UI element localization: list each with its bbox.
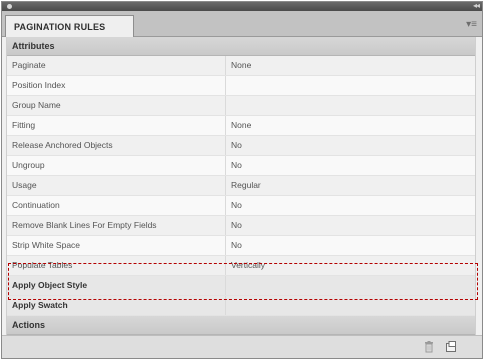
trash-icon[interactable] <box>422 340 436 353</box>
property-name: Ungroup <box>7 156 226 175</box>
property-value[interactable]: No <box>226 236 475 255</box>
property-name: Continuation <box>7 196 226 215</box>
property-value[interactable]: No <box>226 216 475 235</box>
property-value[interactable] <box>226 296 475 315</box>
property-name: Apply Swatch <box>7 296 226 315</box>
property-name: Apply Object Style <box>7 276 226 295</box>
property-value[interactable]: No <box>226 196 475 215</box>
pagination-rules-panel: ◂◂ PAGINATION RULES ▾≡ Attributes Pagina… <box>1 1 483 359</box>
property-value[interactable]: None <box>226 116 475 135</box>
property-value[interactable]: No <box>226 136 475 155</box>
property-value[interactable] <box>226 76 475 95</box>
tab-pagination-rules[interactable]: PAGINATION RULES <box>5 15 135 37</box>
property-name: Position Index <box>7 76 226 95</box>
property-name: Paginate <box>7 56 226 75</box>
row-populate-tables[interactable]: Populate Tables Vertically <box>7 256 475 276</box>
panel-footer <box>2 335 482 358</box>
property-name: Group Name <box>7 96 226 115</box>
property-value[interactable]: No <box>226 156 475 175</box>
row-apply-swatch[interactable]: Apply Swatch <box>7 296 475 316</box>
property-name: Strip White Space <box>7 236 226 255</box>
property-name: Fitting <box>7 116 226 135</box>
property-value[interactable] <box>226 96 475 115</box>
row-ungroup[interactable]: Ungroup No <box>7 156 475 176</box>
row-remove-blank-lines[interactable]: Remove Blank Lines For Empty Fields No <box>7 216 475 236</box>
section-header-attributes[interactable]: Attributes <box>7 37 475 56</box>
property-name: Remove Blank Lines For Empty Fields <box>7 216 226 235</box>
property-value[interactable]: None <box>226 56 475 75</box>
property-value[interactable]: Regular <box>226 176 475 195</box>
panel-titlebar[interactable]: ◂◂ <box>2 1 482 11</box>
row-position-index[interactable]: Position Index <box>7 76 475 96</box>
property-name: Populate Tables <box>7 256 226 275</box>
row-continuation[interactable]: Continuation No <box>7 196 475 216</box>
row-group-name[interactable]: Group Name <box>7 96 475 116</box>
panel-menu-icon[interactable]: ▾≡ <box>466 19 477 30</box>
new-item-icon[interactable] <box>444 340 458 352</box>
row-usage[interactable]: Usage Regular <box>7 176 475 196</box>
tab-label: PAGINATION RULES <box>14 22 106 32</box>
row-apply-object-style[interactable]: Apply Object Style <box>7 276 475 296</box>
collapse-panel-icon[interactable]: ◂◂ <box>473 1 480 10</box>
row-strip-white-space[interactable]: Strip White Space No <box>7 236 475 256</box>
section-header-actions[interactable]: Actions <box>7 316 475 335</box>
row-paginate[interactable]: Paginate None <box>7 56 475 76</box>
properties-grid: Attributes Paginate None Position Index … <box>6 37 476 354</box>
row-fitting[interactable]: Fitting None <box>7 116 475 136</box>
row-release-anchored-objects[interactable]: Release Anchored Objects No <box>7 136 475 156</box>
property-value[interactable] <box>226 276 475 295</box>
property-value[interactable]: Vertically <box>226 256 475 275</box>
property-name: Release Anchored Objects <box>7 136 226 155</box>
panel-close-dot-icon[interactable] <box>7 4 12 9</box>
property-name: Usage <box>7 176 226 195</box>
tab-strip: PAGINATION RULES ▾≡ <box>2 11 482 37</box>
